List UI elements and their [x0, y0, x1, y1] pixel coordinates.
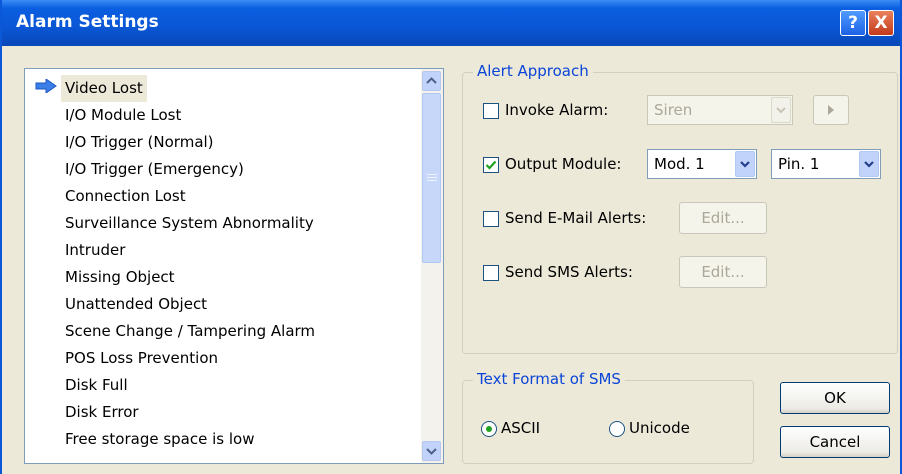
- chevron-down-icon: [864, 161, 874, 168]
- list-item-io-module-lost[interactable]: I/O Module Lost: [65, 102, 181, 129]
- output-module-select[interactable]: Mod. 1: [647, 149, 757, 179]
- list-item-intruder[interactable]: Intruder: [65, 237, 125, 264]
- sms-format-group: Text Format of SMS ASCII Unicode: [462, 370, 754, 464]
- alarm-settings-dialog: Alarm Settings ? X Video Lost I/O Module…: [0, 0, 902, 474]
- sms-format-legend: Text Format of SMS: [473, 370, 625, 388]
- chevron-up-icon: [426, 77, 437, 84]
- alarm-sound-select[interactable]: Siren: [647, 95, 793, 125]
- chevron-down-icon: [740, 161, 750, 168]
- output-pin-select[interactable]: Pin. 1: [771, 149, 881, 179]
- event-list-scrollbar[interactable]: [421, 69, 443, 463]
- scroll-thumb[interactable]: [422, 93, 441, 263]
- window-title: Alarm Settings: [16, 12, 159, 32]
- invoke-alarm-label: Invoke Alarm:: [505, 101, 609, 119]
- list-item-disk-full[interactable]: Disk Full: [65, 372, 128, 399]
- play-alarm-button[interactable]: [813, 95, 849, 125]
- send-email-checkbox[interactable]: [483, 211, 499, 227]
- alert-approach-legend: Alert Approach: [473, 62, 593, 80]
- list-item-disk-error[interactable]: Disk Error: [65, 399, 139, 426]
- list-item-missing-object[interactable]: Missing Object: [65, 264, 175, 291]
- list-item-system-abnormality[interactable]: Surveillance System Abnormality: [65, 210, 314, 237]
- output-module-label: Output Module:: [505, 155, 622, 173]
- list-item-pos-loss-prevention[interactable]: POS Loss Prevention: [65, 345, 218, 372]
- scroll-down-button[interactable]: [422, 441, 441, 461]
- send-email-label: Send E-Mail Alerts:: [505, 209, 647, 227]
- cancel-button[interactable]: Cancel: [780, 426, 890, 458]
- ascii-label: ASCII: [501, 419, 541, 437]
- list-item-video-lost[interactable]: Video Lost: [61, 75, 147, 102]
- event-list[interactable]: Video Lost I/O Module Lost I/O Trigger (…: [24, 68, 444, 464]
- output-module-checkbox[interactable]: [483, 157, 499, 173]
- alert-approach-group: Alert Approach Invoke Alarm: Siren Outpu…: [462, 62, 898, 354]
- sms-edit-button[interactable]: Edit...: [679, 256, 767, 288]
- list-item-io-trigger-emergency[interactable]: I/O Trigger (Emergency): [65, 156, 244, 183]
- list-item-connection-lost[interactable]: Connection Lost: [65, 183, 186, 210]
- help-button[interactable]: ?: [840, 10, 866, 36]
- send-sms-checkbox[interactable]: [483, 265, 499, 281]
- email-edit-button[interactable]: Edit...: [679, 202, 767, 234]
- list-item-free-storage-low[interactable]: Free storage space is low: [65, 426, 255, 453]
- send-sms-label: Send SMS Alerts:: [505, 263, 633, 281]
- title-bar[interactable]: Alarm Settings ? X: [2, 0, 900, 46]
- list-item-unattended-object[interactable]: Unattended Object: [65, 291, 207, 318]
- checkmark-icon: [485, 160, 497, 170]
- invoke-alarm-checkbox[interactable]: [483, 103, 499, 119]
- close-button[interactable]: X: [868, 10, 894, 36]
- chevron-down-icon: [426, 448, 437, 455]
- unicode-radio[interactable]: [609, 421, 625, 437]
- list-item-scene-change[interactable]: Scene Change / Tampering Alarm: [65, 318, 315, 345]
- ok-button[interactable]: OK: [780, 382, 890, 414]
- list-item-io-trigger-normal[interactable]: I/O Trigger (Normal): [65, 129, 214, 156]
- unicode-label: Unicode: [629, 419, 690, 437]
- chevron-down-icon: [776, 107, 786, 114]
- scroll-up-button[interactable]: [422, 71, 441, 91]
- arrow-right-icon: [35, 79, 57, 93]
- ascii-radio[interactable]: [481, 421, 497, 437]
- play-icon: [828, 105, 834, 115]
